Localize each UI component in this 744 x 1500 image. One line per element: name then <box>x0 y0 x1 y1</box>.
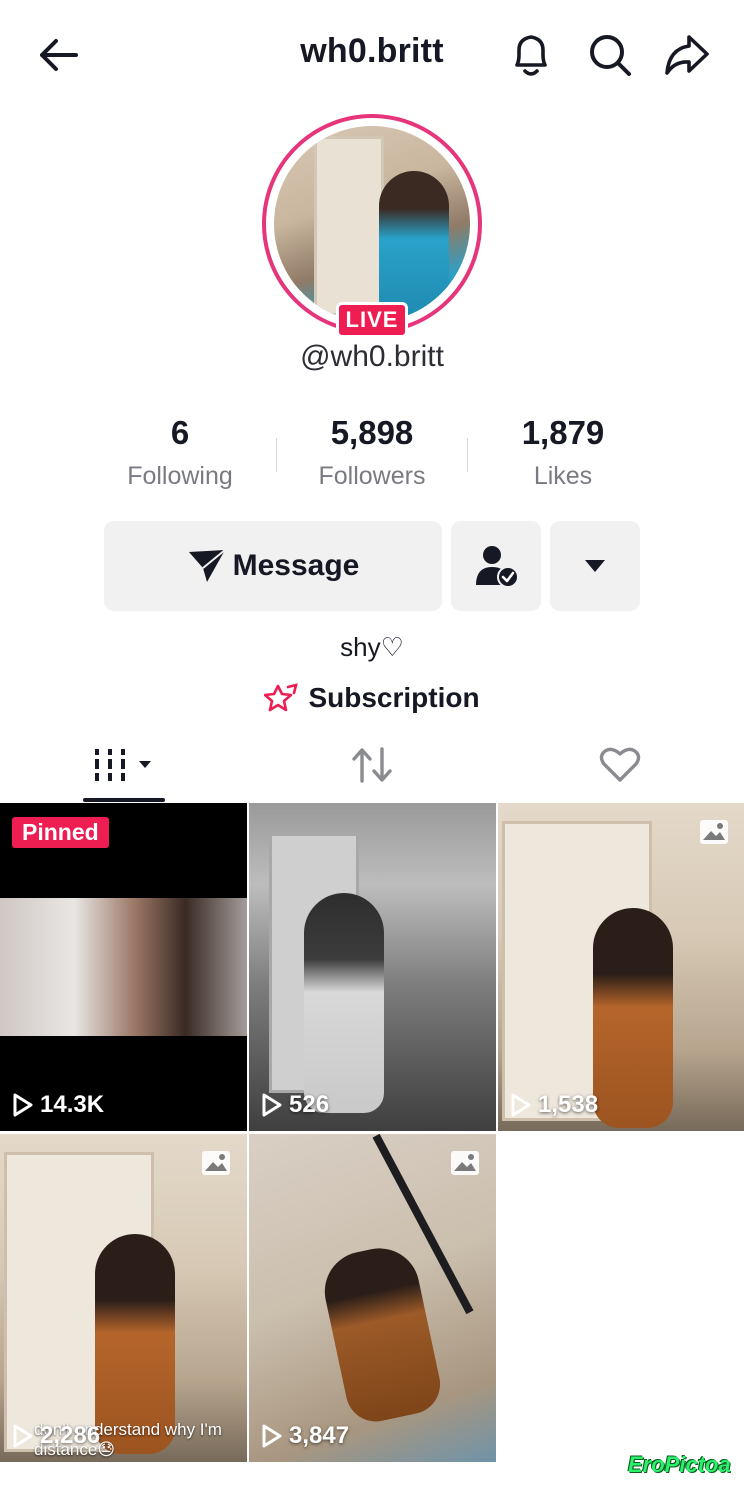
stat-value: 1,879 <box>521 414 605 451</box>
view-count-value: 3,847 <box>289 1422 350 1449</box>
video-tile[interactable]: 526 <box>249 803 496 1131</box>
stat-label: Followers <box>318 462 426 490</box>
view-count: 14.3K <box>12 1091 104 1119</box>
more-options-button[interactable] <box>550 521 640 611</box>
tab-liked[interactable] <box>496 730 744 800</box>
play-icon <box>262 1424 282 1448</box>
video-figure <box>317 1240 446 1428</box>
bell-icon <box>515 35 547 76</box>
active-tab-indicator <box>83 798 165 802</box>
action-row: Message <box>0 521 744 611</box>
video-tile[interactable]: Pinned 14.3K <box>0 803 247 1131</box>
video-thumbnail <box>0 898 247 1036</box>
play-icon <box>13 1093 33 1117</box>
share-arrow-icon <box>665 35 709 75</box>
photo-icon <box>451 1151 479 1175</box>
caret-down-icon <box>585 560 605 572</box>
view-count: 526 <box>261 1091 329 1119</box>
watermark: EroPictoa <box>628 1452 731 1477</box>
following-status-button[interactable] <box>451 521 541 611</box>
search-button[interactable] <box>585 28 635 82</box>
play-icon <box>13 1424 33 1448</box>
video-tile[interactable]: 3,847 <box>249 1134 496 1462</box>
heart-icon <box>599 747 641 782</box>
top-bar: wh0.britt <box>0 0 744 110</box>
play-icon <box>511 1093 531 1117</box>
subscription-link[interactable]: Subscription <box>0 682 744 714</box>
photo-icon <box>202 1151 230 1175</box>
avatar-figure <box>379 171 449 321</box>
stat-value: 5,898 <box>330 414 414 451</box>
stats-row: 6 Following 5,898 Followers 1,879 Likes <box>0 414 744 504</box>
live-badge[interactable]: LIVE <box>336 302 408 338</box>
stat-likes[interactable]: 1,879 Likes <box>468 414 658 491</box>
view-count-value: 526 <box>289 1091 330 1118</box>
stat-following[interactable]: 6 Following <box>85 414 275 491</box>
message-button[interactable]: Message <box>104 521 442 611</box>
video-figure <box>593 908 673 1128</box>
notifications-button[interactable] <box>506 28 556 82</box>
view-count-value: 2,286 <box>40 1422 101 1449</box>
grid-bars-icon <box>95 749 151 781</box>
video-figure <box>304 893 384 1113</box>
message-label: Message <box>232 549 360 582</box>
video-tile[interactable]: don't understand why I'm distance😓 2,286 <box>0 1134 247 1462</box>
tab-videos[interactable] <box>0 730 248 800</box>
stat-label: Following <box>127 462 233 490</box>
photo-icon <box>700 820 728 844</box>
search-icon <box>590 35 631 76</box>
view-count-value: 1,538 <box>538 1091 599 1118</box>
stat-followers[interactable]: 5,898 Followers <box>277 414 467 491</box>
stat-label: Likes <box>533 462 593 490</box>
avatar[interactable] <box>274 126 470 322</box>
share-button[interactable] <box>662 28 712 82</box>
content-tabs <box>0 730 744 802</box>
repost-icon <box>352 747 392 783</box>
view-count: 1,538 <box>510 1091 598 1119</box>
avatar-door <box>314 136 384 316</box>
username: @wh0.britt <box>300 340 444 373</box>
view-count: 2,286 <box>12 1422 100 1450</box>
bio-text: shy♡ <box>340 632 404 662</box>
pinned-badge: Pinned <box>12 817 109 848</box>
send-icon <box>188 549 226 582</box>
subscription-label: Subscription <box>308 682 480 713</box>
view-count-value: 14.3K <box>40 1091 105 1118</box>
tab-reposts[interactable] <box>248 730 496 800</box>
video-tile[interactable]: 1,538 <box>498 803 744 1131</box>
user-check-icon <box>476 546 519 588</box>
subscription-star-icon <box>264 683 299 712</box>
stat-value: 6 <box>170 414 190 451</box>
view-count: 3,847 <box>261 1422 349 1450</box>
play-icon <box>262 1093 282 1117</box>
